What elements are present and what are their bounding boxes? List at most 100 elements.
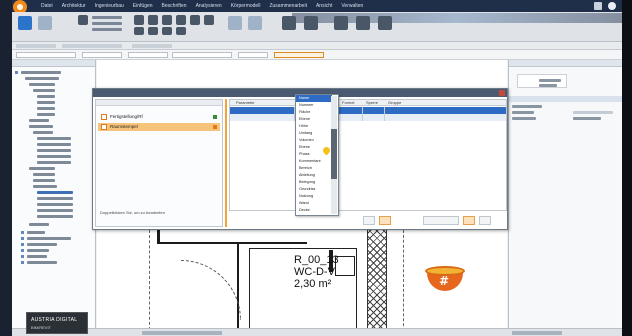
array-icon[interactable] xyxy=(162,27,172,35)
trim-icon[interactable] xyxy=(134,27,144,35)
tree-item[interactable] xyxy=(37,203,73,206)
tree-node-icon[interactable] xyxy=(15,71,18,74)
dropdown-option[interactable]: Wand xyxy=(296,200,332,207)
tree-item[interactable] xyxy=(37,113,55,116)
tree-item[interactable] xyxy=(27,237,71,240)
options-segment[interactable] xyxy=(62,44,122,48)
scrollbar-thumb[interactable] xyxy=(331,129,337,179)
tree-item[interactable] xyxy=(29,125,53,128)
tree-item[interactable] xyxy=(37,197,73,200)
tree-item[interactable] xyxy=(37,143,71,146)
status-control[interactable] xyxy=(142,331,222,335)
offset-icon[interactable] xyxy=(148,15,158,25)
view-tab[interactable] xyxy=(238,52,268,58)
view-icon[interactable] xyxy=(228,16,242,30)
tree-item[interactable] xyxy=(33,179,55,182)
tree-item[interactable] xyxy=(33,185,57,188)
tree-item[interactable] xyxy=(33,89,55,92)
toolbar-control[interactable] xyxy=(92,16,122,19)
column-header[interactable]: Sperre xyxy=(366,100,378,106)
tree-node-icon[interactable] xyxy=(21,237,24,240)
tree-item[interactable] xyxy=(27,261,57,264)
tree-item[interactable] xyxy=(27,231,45,234)
room-name[interactable]: R_00_13 xyxy=(294,255,339,266)
toolbar-control[interactable] xyxy=(92,22,122,25)
tree-node-icon[interactable] xyxy=(21,261,24,264)
grid-cell[interactable] xyxy=(384,114,385,121)
view-tab[interactable] xyxy=(128,52,168,58)
view-tab-active[interactable] xyxy=(274,52,324,58)
checkbox[interactable] xyxy=(101,114,107,120)
dropdown-option[interactable]: Abteilung xyxy=(296,172,332,179)
menu-item[interactable]: Zusammenarbeit xyxy=(269,3,307,9)
split-icon[interactable] xyxy=(148,27,158,35)
tree-item[interactable] xyxy=(37,101,55,104)
view-tab[interactable] xyxy=(82,52,122,58)
cancel-button[interactable] xyxy=(479,215,491,225)
menu-item[interactable]: Analysieren xyxy=(196,3,222,9)
tree-node-icon[interactable] xyxy=(21,249,24,252)
dropdown-option[interactable]: Ebene xyxy=(296,116,332,123)
copy-icon[interactable] xyxy=(190,15,200,25)
column-header[interactable]: Parameter xyxy=(236,100,255,106)
dropdown-option[interactable]: Volumen xyxy=(296,137,332,144)
menu-item[interactable]: Architektur xyxy=(62,3,86,9)
column-header[interactable]: Gruppe xyxy=(388,100,401,106)
family-icon[interactable] xyxy=(334,16,348,30)
tree-item[interactable] xyxy=(27,255,47,258)
measure-icon[interactable] xyxy=(248,16,262,30)
minimize-icon[interactable] xyxy=(594,2,602,10)
table-row-selected[interactable] xyxy=(230,107,506,114)
dropdown-option[interactable]: Bereich xyxy=(296,165,332,172)
tree-item[interactable] xyxy=(37,95,55,98)
dropdown-option[interactable]: Name xyxy=(296,95,332,102)
ok-button[interactable] xyxy=(423,215,459,225)
checkbox[interactable] xyxy=(101,124,107,130)
tree-item[interactable] xyxy=(37,215,73,218)
menu-item[interactable]: Körpermodell xyxy=(231,3,261,9)
property-value[interactable] xyxy=(573,111,613,114)
tree-item[interactable] xyxy=(27,249,49,252)
menu-item[interactable]: Einfügen xyxy=(133,3,153,9)
tree-item[interactable] xyxy=(37,161,71,164)
toolbar-control[interactable] xyxy=(92,28,122,31)
tree-item[interactable] xyxy=(29,223,49,226)
options-segment[interactable] xyxy=(132,44,172,48)
dropdown-option[interactable]: Decke xyxy=(296,207,332,214)
rotate-icon[interactable] xyxy=(204,15,214,25)
table-row[interactable] xyxy=(230,114,506,121)
menu-item[interactable]: Datei xyxy=(41,3,53,9)
mode-icon[interactable] xyxy=(304,16,318,30)
tree-item[interactable] xyxy=(37,107,55,110)
column-header[interactable]: Formel xyxy=(342,100,354,106)
tree-item-selected[interactable] xyxy=(37,191,73,194)
paste-icon[interactable] xyxy=(38,16,52,30)
menu-item[interactable]: Ingenieurbau xyxy=(95,3,124,9)
tree-item[interactable] xyxy=(21,71,61,74)
tree-item[interactable] xyxy=(29,83,55,86)
edit-button[interactable] xyxy=(363,215,375,225)
tree-node-icon[interactable] xyxy=(21,231,24,234)
tree-item[interactable] xyxy=(33,131,53,134)
list-item-active[interactable]: Raumstempel xyxy=(98,123,220,131)
align-icon[interactable] xyxy=(134,15,144,25)
property-value[interactable] xyxy=(573,117,601,120)
dropdown-option[interactable]: Höhe xyxy=(296,123,332,130)
modify-icon[interactable] xyxy=(18,16,32,30)
dropdown-option[interactable]: Nutzung xyxy=(296,193,332,200)
tree-item[interactable] xyxy=(25,77,59,80)
tree-item[interactable] xyxy=(37,209,73,212)
dropdown-option[interactable]: Fläche xyxy=(296,109,332,116)
dropdown-option[interactable]: Grundriss xyxy=(296,186,332,193)
instance-filter[interactable] xyxy=(509,96,622,102)
list-item[interactable]: Fertigstellung/Rf xyxy=(98,113,220,121)
load-close-icon[interactable] xyxy=(378,16,392,30)
menu-item[interactable]: Verwalten xyxy=(341,3,363,9)
close-icon[interactable] xyxy=(499,90,505,96)
options-segment[interactable] xyxy=(16,44,56,48)
tree-item[interactable] xyxy=(37,137,71,140)
grid-cell[interactable] xyxy=(384,107,385,114)
room-type[interactable]: WC-D-V xyxy=(294,267,335,278)
dropdown-option[interactable]: Umfang xyxy=(296,130,332,137)
apply-button[interactable] xyxy=(463,215,475,225)
